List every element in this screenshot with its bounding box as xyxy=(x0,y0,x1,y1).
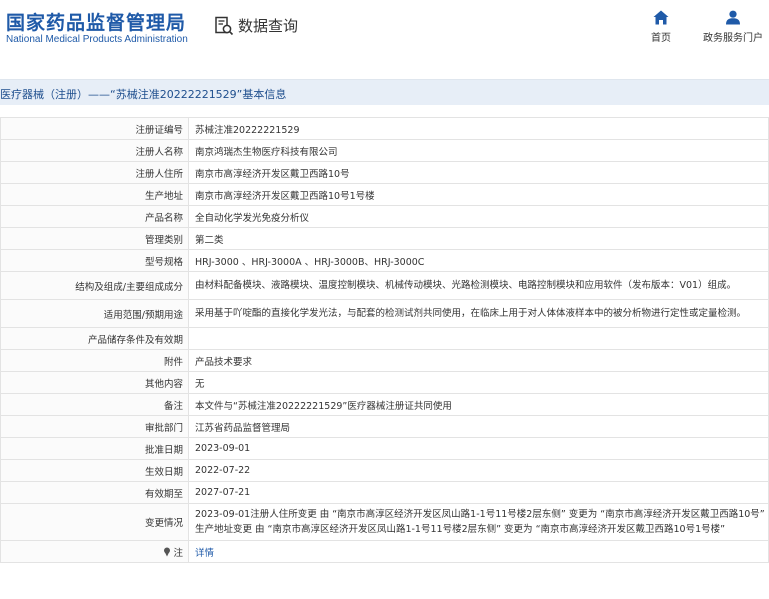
field-value: 产品技术要求 xyxy=(188,349,769,372)
table-row: 注册证编号 苏械注准20222221529 xyxy=(0,117,769,140)
record-title-bar: 医疗器械（注册）——“苏械注准20222221529”基本信息 xyxy=(0,79,769,105)
field-value: 第二类 xyxy=(188,227,769,250)
table-row: 适用范围/预期用途 采用基于吖啶酯的直接化学发光法，与配套的检测试剂共同使用，在… xyxy=(0,299,769,328)
user-icon xyxy=(726,10,740,25)
field-label: 批准日期 xyxy=(0,437,189,460)
table-row: 备注 本文件与“苏械注准20222221529”医疗器械注册证共同使用 xyxy=(0,393,769,416)
field-label: 结构及组成/主要组成成分 xyxy=(0,271,189,300)
field-value: 2027-07-21 xyxy=(188,481,769,504)
field-label: 产品名称 xyxy=(0,205,189,228)
field-label: 其他内容 xyxy=(0,371,189,394)
field-label: 型号规格 xyxy=(0,249,189,272)
field-value: 由材料配备模块、液路模块、温度控制模块、机械传动模块、光路检测模块、电路控制模块… xyxy=(188,271,769,300)
field-label: 有效期至 xyxy=(0,481,189,504)
field-value: 2022-07-22 xyxy=(188,459,769,482)
site-header: 国家药品监督管理局 National Medical Products Admi… xyxy=(0,0,769,62)
field-label: 注册人名称 xyxy=(0,139,189,162)
table-row: 注册人住所 南京市高淳经济开发区戴卫西路10号 xyxy=(0,161,769,184)
field-value: 南京市高淳经济开发区戴卫西路10号1号楼 xyxy=(188,183,769,206)
field-value: 全自动化学发光免疫分析仪 xyxy=(188,205,769,228)
field-value: 2023-09-01注册人住所变更 由 “南京市高淳区经济开发区凤山路1-1号1… xyxy=(188,503,769,541)
data-query-icon xyxy=(215,16,234,36)
field-value: 采用基于吖啶酯的直接化学发光法，与配套的检测试剂共同使用，在临床上用于对人体体液… xyxy=(188,299,769,328)
field-label: 审批部门 xyxy=(0,415,189,438)
field-label: 管理类别 xyxy=(0,227,189,250)
field-value: 南京鸿瑞杰生物医疗科技有限公司 xyxy=(188,139,769,162)
table-row: 结构及组成/主要组成成分 由材料配备模块、液路模块、温度控制模块、机械传动模块、… xyxy=(0,271,769,300)
nav-home-button[interactable]: 首页 xyxy=(631,10,691,44)
table-row: 附件 产品技术要求 xyxy=(0,349,769,372)
field-value: 江苏省药品监督管理局 xyxy=(188,415,769,438)
field-label: 产品储存条件及有效期 xyxy=(0,327,189,350)
table-row: 注册人名称 南京鸿瑞杰生物医疗科技有限公司 xyxy=(0,139,769,162)
table-row: 管理类别 第二类 xyxy=(0,227,769,250)
table-row: 审批部门 江苏省药品监督管理局 xyxy=(0,415,769,438)
data-query-title: 数据查询 xyxy=(238,17,299,35)
field-label: 变更情况 xyxy=(0,503,189,541)
nav-gov-portal-button[interactable]: 政务服务门户 xyxy=(700,10,766,44)
field-value: 苏械注准20222221529 xyxy=(188,117,769,140)
field-value: HRJ-3000 、HRJ-3000A 、HRJ-3000B、HRJ-3000C xyxy=(188,249,769,272)
table-row: 型号规格 HRJ-3000 、HRJ-3000A 、HRJ-3000B、HRJ-… xyxy=(0,249,769,272)
note-label-cell: 注 xyxy=(0,540,189,563)
field-value: 南京市高淳经济开发区戴卫西路10号 xyxy=(188,161,769,184)
table-row: 有效期至 2027-07-21 xyxy=(0,481,769,504)
table-row: 生效日期 2022-07-22 xyxy=(0,459,769,482)
field-value-cell: 详情 xyxy=(188,540,769,563)
details-link[interactable]: 详情 xyxy=(195,548,214,559)
field-label: 备注 xyxy=(0,393,189,416)
field-label: 注 xyxy=(173,547,183,559)
table-row: 产品储存条件及有效期 xyxy=(0,327,769,350)
field-label: 适用范围/预期用途 xyxy=(0,299,189,328)
table-row: 其他内容 无 xyxy=(0,371,769,394)
field-label: 附件 xyxy=(0,349,189,372)
home-icon xyxy=(653,10,669,25)
registration-info-table: 注册证编号 苏械注准20222221529 注册人名称 南京鸿瑞杰生物医疗科技有… xyxy=(0,117,769,563)
field-value: 无 xyxy=(188,371,769,394)
field-label: 注册证编号 xyxy=(0,117,189,140)
nav-gov-portal-label: 政务服务门户 xyxy=(703,33,763,44)
table-row: 变更情况 2023-09-01注册人住所变更 由 “南京市高淳区经济开发区凤山路… xyxy=(0,503,769,541)
table-row: 批准日期 2023-09-01 xyxy=(0,437,769,460)
field-label: 注册人住所 xyxy=(0,161,189,184)
field-value: 本文件与“苏械注准20222221529”医疗器械注册证共同使用 xyxy=(188,393,769,416)
logo-title-en[interactable]: National Medical Products Administration xyxy=(6,34,188,45)
field-value xyxy=(188,327,769,350)
table-row: 产品名称 全自动化学发光免疫分析仪 xyxy=(0,205,769,228)
record-title: 医疗器械（注册）——“苏械注准20222221529”基本信息 xyxy=(0,88,287,101)
field-value: 2023-09-01 xyxy=(188,437,769,460)
nav-home-label: 首页 xyxy=(651,33,671,44)
pin-icon xyxy=(164,547,171,556)
table-row: 生产地址 南京市高淳经济开发区戴卫西路10号1号楼 xyxy=(0,183,769,206)
logo-title-cn[interactable]: 国家药品监督管理局 xyxy=(6,8,186,35)
field-label: 生产地址 xyxy=(0,183,189,206)
table-row: 注 详情 xyxy=(0,540,769,563)
field-label: 生效日期 xyxy=(0,459,189,482)
